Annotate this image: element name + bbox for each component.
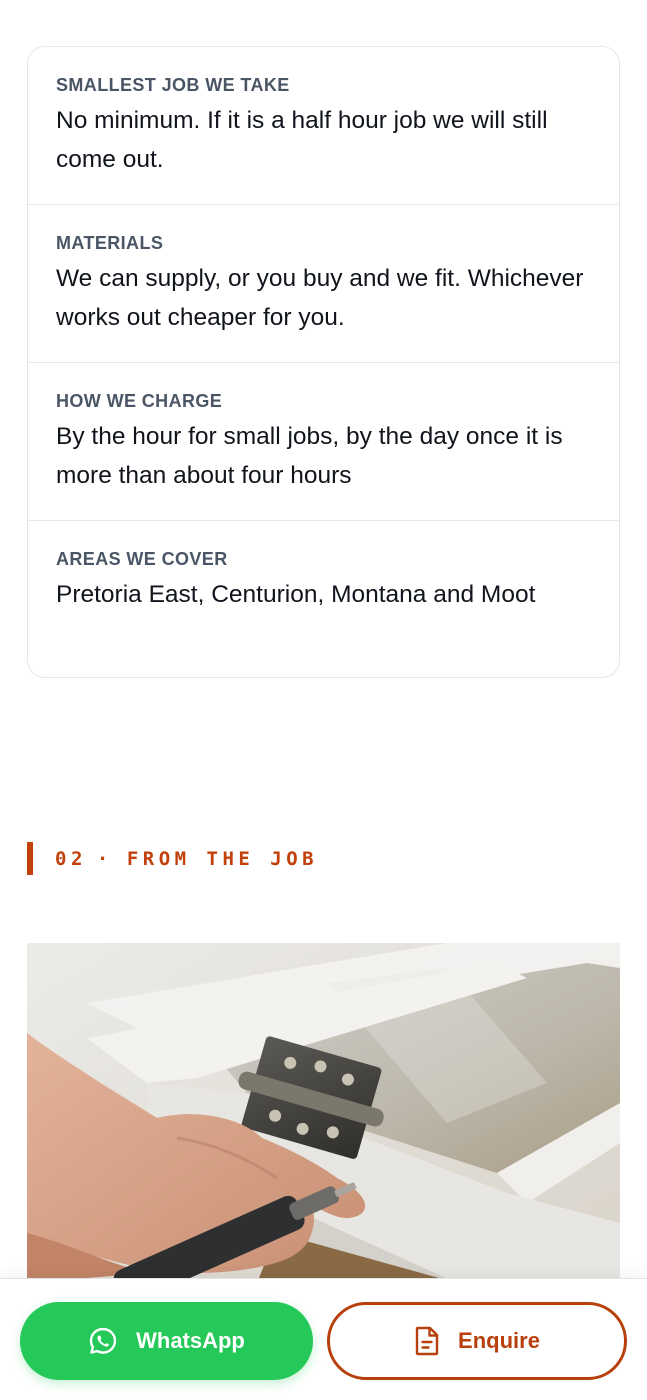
section-heading: 02 · FROM THE JOB — [27, 842, 318, 875]
page: SMALLEST JOB WE TAKE No minimum. If it i… — [0, 0, 647, 1400]
section-title: FROM THE JOB — [126, 847, 319, 870]
info-row-materials: MATERIALS We can supply, or you buy and … — [28, 205, 619, 363]
info-card: SMALLEST JOB WE TAKE No minimum. If it i… — [27, 46, 620, 678]
enquire-button-label: Enquire — [458, 1328, 540, 1353]
info-value: No minimum. If it is a half hour job we … — [56, 107, 548, 173]
info-label: MATERIALS — [56, 233, 164, 253]
info-value: We can supply, or you buy and we fit. Wh… — [56, 265, 584, 331]
info-value: Pretoria East, Centurion, Montana and Mo… — [56, 581, 536, 608]
info-label: AREAS WE COVER — [56, 549, 228, 569]
info-row-areas: AREAS WE COVER Pretoria East, Centurion,… — [28, 521, 619, 677]
job-photo — [27, 943, 620, 1283]
whatsapp-button-label: WhatsApp — [136, 1328, 245, 1353]
job-photo-illustration — [27, 943, 620, 1283]
enquire-button[interactable]: Enquire — [327, 1302, 627, 1380]
section-number: 02 — [55, 847, 87, 870]
info-value: By the hour for small jobs, by the day o… — [56, 423, 563, 489]
whatsapp-icon — [88, 1326, 118, 1356]
info-row-how-we-charge: HOW WE CHARGE By the hour for small jobs… — [28, 363, 619, 521]
info-row-smallest-job: SMALLEST JOB WE TAKE No minimum. If it i… — [28, 47, 619, 205]
info-label: HOW WE CHARGE — [56, 391, 223, 411]
document-icon — [414, 1326, 440, 1356]
info-label: SMALLEST JOB WE TAKE — [56, 75, 290, 95]
section-separator: · — [96, 847, 113, 870]
section-accent-bar — [27, 842, 33, 875]
action-bar: WhatsApp Enquire — [0, 1278, 647, 1400]
whatsapp-button[interactable]: WhatsApp — [20, 1302, 313, 1380]
